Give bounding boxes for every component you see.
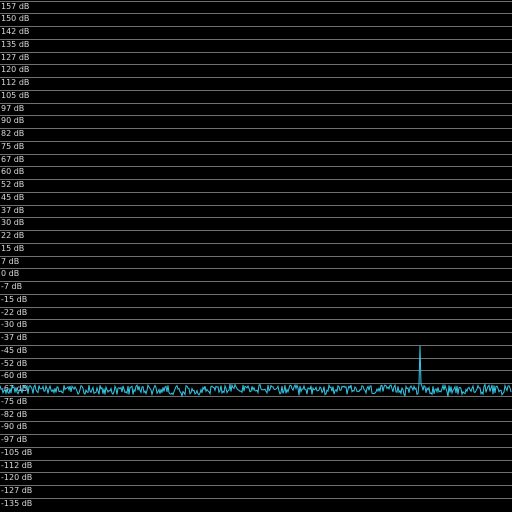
spectrum-trace [0,345,512,398]
spectrum-display: 157 dB 150 dB 142 dB 135 dB 127 dB 120 dB 112 … [0,0,512,512]
spectrum-trace-area [0,345,512,398]
